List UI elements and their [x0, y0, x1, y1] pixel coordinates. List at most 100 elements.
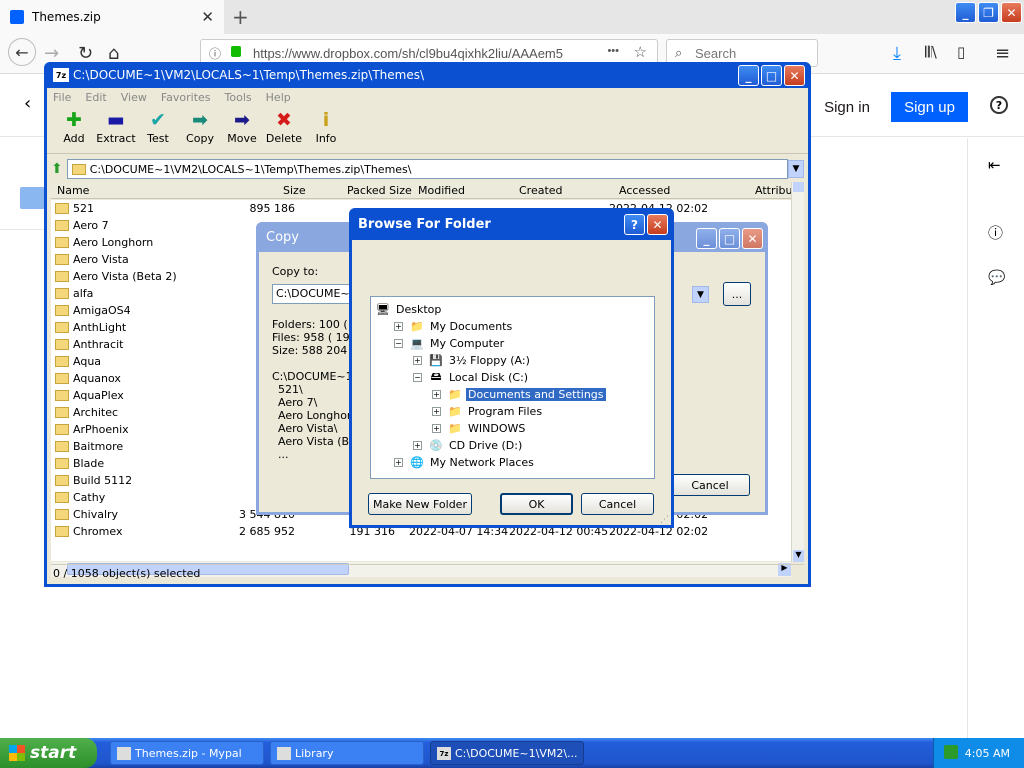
make-new-folder-button[interactable]: Make New Folder	[368, 493, 472, 515]
tree-node[interactable]: − 💻 My Computer	[394, 335, 506, 352]
menu-tools[interactable]: Tools	[225, 91, 252, 104]
close-button[interactable]: ✕	[784, 65, 805, 86]
toolbar-move-button[interactable]: ➡ Move	[221, 106, 263, 153]
column-created[interactable]: Created	[519, 184, 563, 197]
task-library[interactable]: Library	[270, 741, 424, 765]
collapse-icon[interactable]: −	[413, 373, 422, 382]
clock[interactable]: 4:05 AM	[965, 747, 1010, 760]
toolbar-extract-button[interactable]: ▬ Extract	[95, 106, 137, 153]
column-name[interactable]: Name	[57, 184, 89, 197]
column-size[interactable]: Size	[283, 184, 306, 197]
info-icon[interactable]: ⓘ	[988, 222, 1003, 243]
forward-icon[interactable]: →	[44, 43, 59, 64]
expand-icon[interactable]: +	[394, 458, 403, 467]
sidebar-icon[interactable]: ▯	[957, 43, 965, 61]
back-icon[interactable]: ←	[8, 38, 36, 66]
expand-icon[interactable]: +	[432, 407, 441, 416]
expand-icon[interactable]: +	[432, 424, 441, 433]
toolbar-add-button[interactable]: ✚ Add	[53, 106, 95, 153]
menu-view[interactable]: View	[121, 91, 147, 104]
expand-icon[interactable]: +	[432, 390, 441, 399]
collapse-panel-icon[interactable]: ⇤	[988, 156, 1001, 174]
tree-node[interactable]: + 🌐 My Network Places	[394, 454, 536, 471]
list-item: Aero Vista (Bet	[278, 435, 361, 448]
tab-themes-zip[interactable]: Themes.zip ✕	[0, 0, 224, 34]
menu-favorites[interactable]: Favorites	[161, 91, 211, 104]
resize-grip-icon[interactable]: ⋰	[660, 515, 669, 525]
copy-to-input[interactable]: C:\DOCUME~1	[272, 284, 350, 304]
ok-button[interactable]: OK	[500, 493, 573, 515]
tree-node[interactable]: + 📁 Program Files	[432, 403, 544, 420]
tab-bar: Themes.zip ✕ + _ ❐ ✕	[0, 0, 1024, 34]
help-icon[interactable]: ?	[990, 96, 1008, 114]
maximize-button[interactable]: □	[719, 228, 740, 249]
up-folder-icon[interactable]: ⬆	[51, 161, 63, 177]
column-attributes[interactable]: Attribu	[755, 184, 793, 197]
chevron-down-icon[interactable]: ▼	[788, 160, 804, 178]
expand-icon[interactable]: +	[394, 322, 403, 331]
tree-node[interactable]: + 💿 CD Drive (D:)	[413, 437, 524, 454]
help-button[interactable]: ?	[624, 214, 645, 235]
menu-file[interactable]: File	[53, 91, 71, 104]
sign-up-button[interactable]: Sign up	[891, 92, 968, 122]
toolbar-delete-button[interactable]: ✖ Delete	[263, 106, 305, 153]
cancel-button[interactable]: Cancel	[581, 493, 654, 515]
close-tab-icon[interactable]: ✕	[201, 8, 214, 26]
tree-node[interactable]: 🖥 Desktop	[375, 301, 443, 318]
menu-help[interactable]: Help	[266, 91, 291, 104]
copy-cancel-button[interactable]: Cancel	[670, 474, 750, 496]
vertical-scrollbar[interactable]: ▼	[791, 182, 804, 562]
browse-button[interactable]: ...	[723, 282, 751, 306]
info-icon[interactable]: ⓘ	[209, 45, 221, 62]
library-icon[interactable]: 𝄃𝄃\	[925, 43, 937, 61]
close-button[interactable]: ✕	[647, 214, 668, 235]
new-tab-button[interactable]: +	[232, 5, 249, 29]
bookmark-star-icon[interactable]: ☆	[634, 43, 647, 61]
browse-title: Browse For Folder	[358, 216, 491, 232]
close-button[interactable]: ✕	[1001, 2, 1022, 23]
scroll-down-button[interactable]: ▼	[793, 550, 804, 562]
expand-icon[interactable]: +	[413, 441, 422, 450]
column-packed-size[interactable]: Packed Size	[347, 184, 412, 197]
collapse-icon[interactable]: −	[394, 339, 403, 348]
back-chevron-icon[interactable]: ‹	[24, 93, 31, 114]
column-accessed[interactable]: Accessed	[619, 184, 670, 197]
close-button[interactable]: ✕	[742, 228, 763, 249]
list-header: Name Size Packed Size Modified Created A…	[51, 182, 793, 199]
tree-node[interactable]: + 📁 Documents and Settings	[432, 386, 606, 403]
toolbar-test-button[interactable]: ✔ Test	[137, 106, 179, 153]
menu-icon[interactable]: ≡	[995, 43, 1010, 64]
start-button[interactable]: start	[0, 738, 97, 768]
scroll-up-button[interactable]	[793, 182, 804, 192]
home-icon[interactable]: ⌂	[108, 43, 119, 64]
menu-edit[interactable]: Edit	[85, 91, 106, 104]
folder-tree[interactable]: 🖥 Desktop + 📁 My Documents − 💻 My Computer + 💾 3½ …	[370, 296, 655, 479]
tree-node[interactable]: + 📁 WINDOWS	[432, 420, 527, 437]
network-icon[interactable]	[944, 745, 958, 759]
url-text: https://www.dropbox.com/sh/cl9bu4qixhk2l…	[253, 45, 563, 61]
column-modified[interactable]: Modified	[418, 184, 465, 197]
7zip-title-bar[interactable]: 7z C:\DOCUME~1\VM2\LOCALS~1\Temp\Themes.…	[47, 62, 808, 88]
browser-window-controls: _ ❐ ✕	[955, 2, 1024, 23]
page-actions-icon[interactable]: •••	[607, 45, 619, 57]
path-combobox[interactable]: C:\DOCUME~1\VM2\LOCALS~1\Temp\Themes.zip…	[66, 159, 788, 179]
restore-button[interactable]: ❐	[978, 2, 999, 23]
task-mypal[interactable]: Themes.zip - Mypal	[110, 741, 264, 765]
chevron-down-icon[interactable]: ▼	[692, 286, 709, 303]
sign-in-button[interactable]: Sign in	[812, 92, 882, 122]
maximize-button[interactable]: □	[761, 65, 782, 86]
comment-icon[interactable]: 💬	[988, 270, 1005, 286]
tree-node[interactable]: − 🖴 Local Disk (C:)	[413, 369, 530, 386]
tree-node[interactable]: + 📁 My Documents	[394, 318, 514, 335]
copy-to-label: Copy to:	[272, 265, 319, 278]
task-7zip[interactable]: 7z C:\DOCUME~1\VM2\...	[430, 741, 584, 765]
download-icon[interactable]: ⤓	[893, 43, 901, 64]
toolbar-info-button[interactable]: i Info	[305, 106, 347, 153]
minimize-button[interactable]: _	[955, 2, 976, 23]
minimize-button[interactable]: _	[696, 228, 717, 249]
reload-icon[interactable]: ↻	[78, 43, 93, 64]
tree-node[interactable]: + 💾 3½ Floppy (A:)	[413, 352, 532, 369]
minimize-button[interactable]: _	[738, 65, 759, 86]
toolbar-copy-button[interactable]: ➡ Copy	[179, 106, 221, 153]
expand-icon[interactable]: +	[413, 356, 422, 365]
